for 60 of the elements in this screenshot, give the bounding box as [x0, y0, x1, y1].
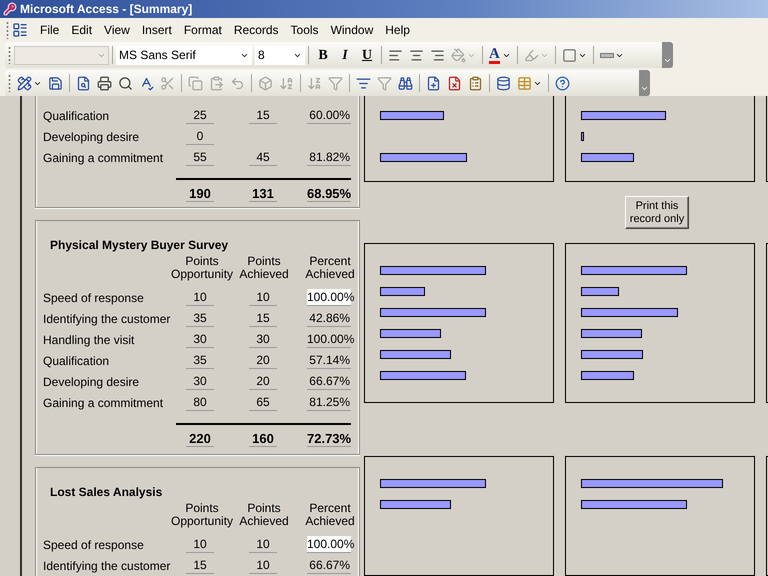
row-label: Developing desire [43, 128, 140, 146]
column-header: Percent Achieved [304, 502, 356, 528]
chart-bar [380, 350, 451, 360]
row-label: Speed of response [43, 290, 145, 306]
toolbar-grip[interactable] [8, 46, 11, 64]
section-title: Physical Mystery Buyer Survey [49, 237, 230, 252]
row-label: Handling the visit [43, 332, 136, 348]
row-label: Developing desire [43, 374, 140, 390]
chart-bar [581, 329, 642, 338]
section-title: Lost Sales Analysis [49, 484, 164, 499]
row-label: Gaining a commitment [43, 394, 164, 412]
menu-item[interactable]: Window [324, 20, 380, 40]
underline-button[interactable]: U [356, 44, 378, 66]
menu-item[interactable]: Edit [65, 20, 98, 40]
print-button[interactable]: Print this record only [625, 196, 689, 230]
menu-item[interactable]: Insert [136, 20, 178, 40]
column-header: Points Achieved [238, 502, 290, 528]
chart-bar [380, 287, 425, 296]
column-header: Points Opportunity [171, 255, 233, 281]
window-title: Microsoft Access - [Summary] [20, 1, 192, 18]
menu-item[interactable]: Format [178, 20, 228, 40]
chart-bar [581, 153, 634, 162]
chart-bar [581, 287, 619, 296]
form-icon [12, 22, 28, 38]
row-label: Qualification [43, 352, 110, 370]
toolbar-options-icon[interactable] [662, 42, 673, 68]
menu-item[interactable]: View [98, 20, 136, 40]
menu-item[interactable]: Help [379, 20, 416, 40]
app-icon [3, 2, 17, 16]
border-icon [562, 48, 577, 62]
chart-bar [581, 371, 634, 380]
italic-button[interactable]: I [334, 44, 356, 66]
column-header: Points Opportunity [171, 502, 233, 528]
row-label: Gaining a commitment [43, 150, 164, 166]
toolbar-options-icon[interactable] [639, 70, 650, 96]
chart-bar [581, 350, 643, 360]
menu-item[interactable]: Records [228, 20, 285, 40]
toolbar-grip[interactable] [6, 21, 9, 39]
chart-bar [380, 111, 444, 120]
chart-bar [380, 500, 451, 509]
bold-button[interactable]: B [312, 44, 334, 66]
row-label: Speed of response [43, 536, 145, 554]
row-label: Identifying the customer [43, 310, 172, 328]
row-label: Qualification [43, 108, 110, 124]
row-label: Identifying the customer [43, 558, 172, 574]
column-header: Points Achieved [238, 255, 290, 281]
paint-bucket-icon [451, 48, 466, 62]
menu-item[interactable]: Tools [284, 20, 325, 40]
table-icon [517, 76, 532, 90]
menu-item[interactable]: File [34, 20, 66, 40]
chart-bar [380, 329, 441, 338]
toolbar-grip[interactable] [8, 74, 11, 92]
font-combo[interactable]: MS Sans Serif [116, 46, 252, 64]
chart-bar [581, 132, 584, 141]
line-width-icon [600, 52, 614, 58]
font-color-button[interactable]: A [486, 44, 514, 66]
highlighter-icon [524, 48, 539, 62]
design-view-icon [17, 76, 32, 90]
font-size-combo[interactable]: 8 [255, 46, 305, 64]
column-header: Percent Achieved [304, 255, 356, 281]
